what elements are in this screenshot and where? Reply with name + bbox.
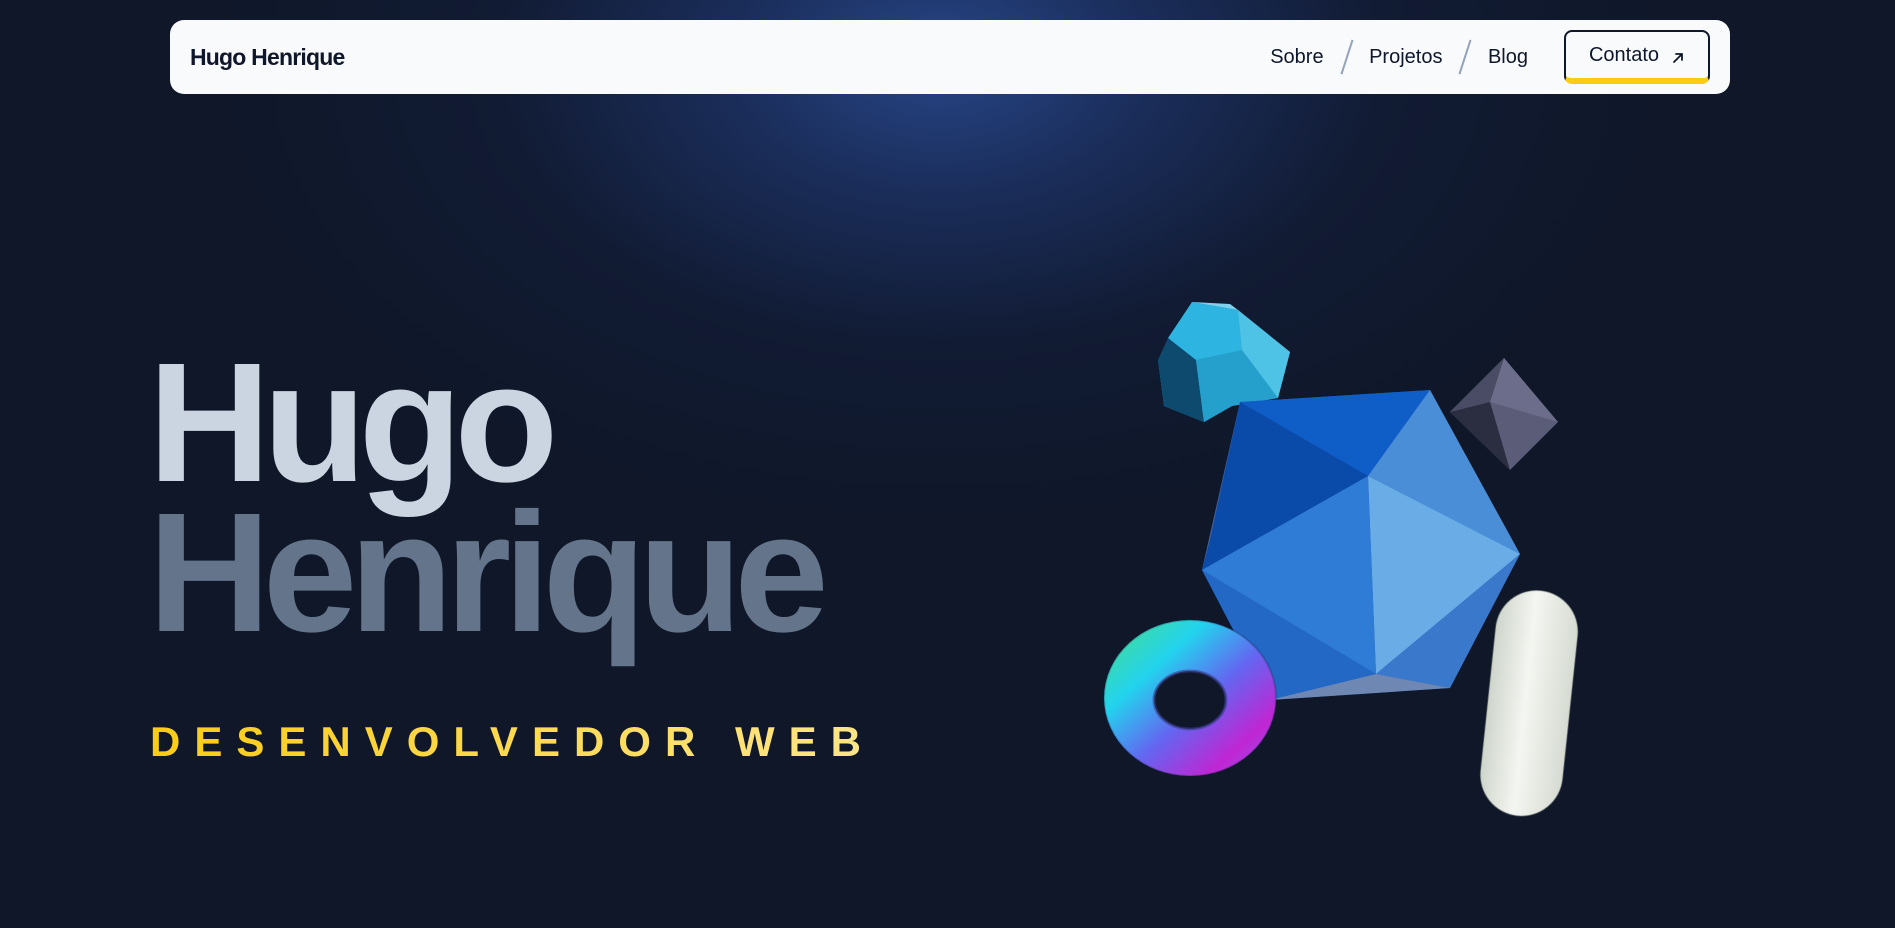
nav-link-sobre[interactable]: Sobre	[1266, 46, 1327, 69]
arrow-up-right-icon	[1671, 48, 1685, 63]
contact-button-label: Contato	[1588, 43, 1660, 66]
contact-button[interactable]: Contato	[1564, 30, 1710, 84]
hero-first-name: Hugo	[148, 328, 558, 518]
hero-last-name: Henrique	[148, 478, 829, 668]
hero-role: DESENVOLVEDOR WEB	[150, 718, 875, 765]
hero-name: Hugo Henrique	[148, 328, 829, 668]
3d-shapes-illustration	[1090, 290, 1590, 830]
nav-link-projetos[interactable]: Projetos	[1365, 46, 1446, 69]
octahedron-shape	[1450, 358, 1558, 470]
nav-links: Sobre Projetos Blog Contato	[1266, 20, 1710, 94]
nav-link-blog[interactable]: Blog	[1484, 46, 1532, 69]
nav-separator	[1340, 39, 1353, 75]
brand-logo[interactable]: Hugo Henrique	[190, 20, 345, 94]
capsule-shape	[1479, 589, 1579, 817]
nav-separator	[1458, 39, 1472, 75]
navbar: Hugo Henrique Sobre Projetos Blog Contat…	[170, 20, 1730, 94]
torus-shape	[1103, 619, 1277, 777]
